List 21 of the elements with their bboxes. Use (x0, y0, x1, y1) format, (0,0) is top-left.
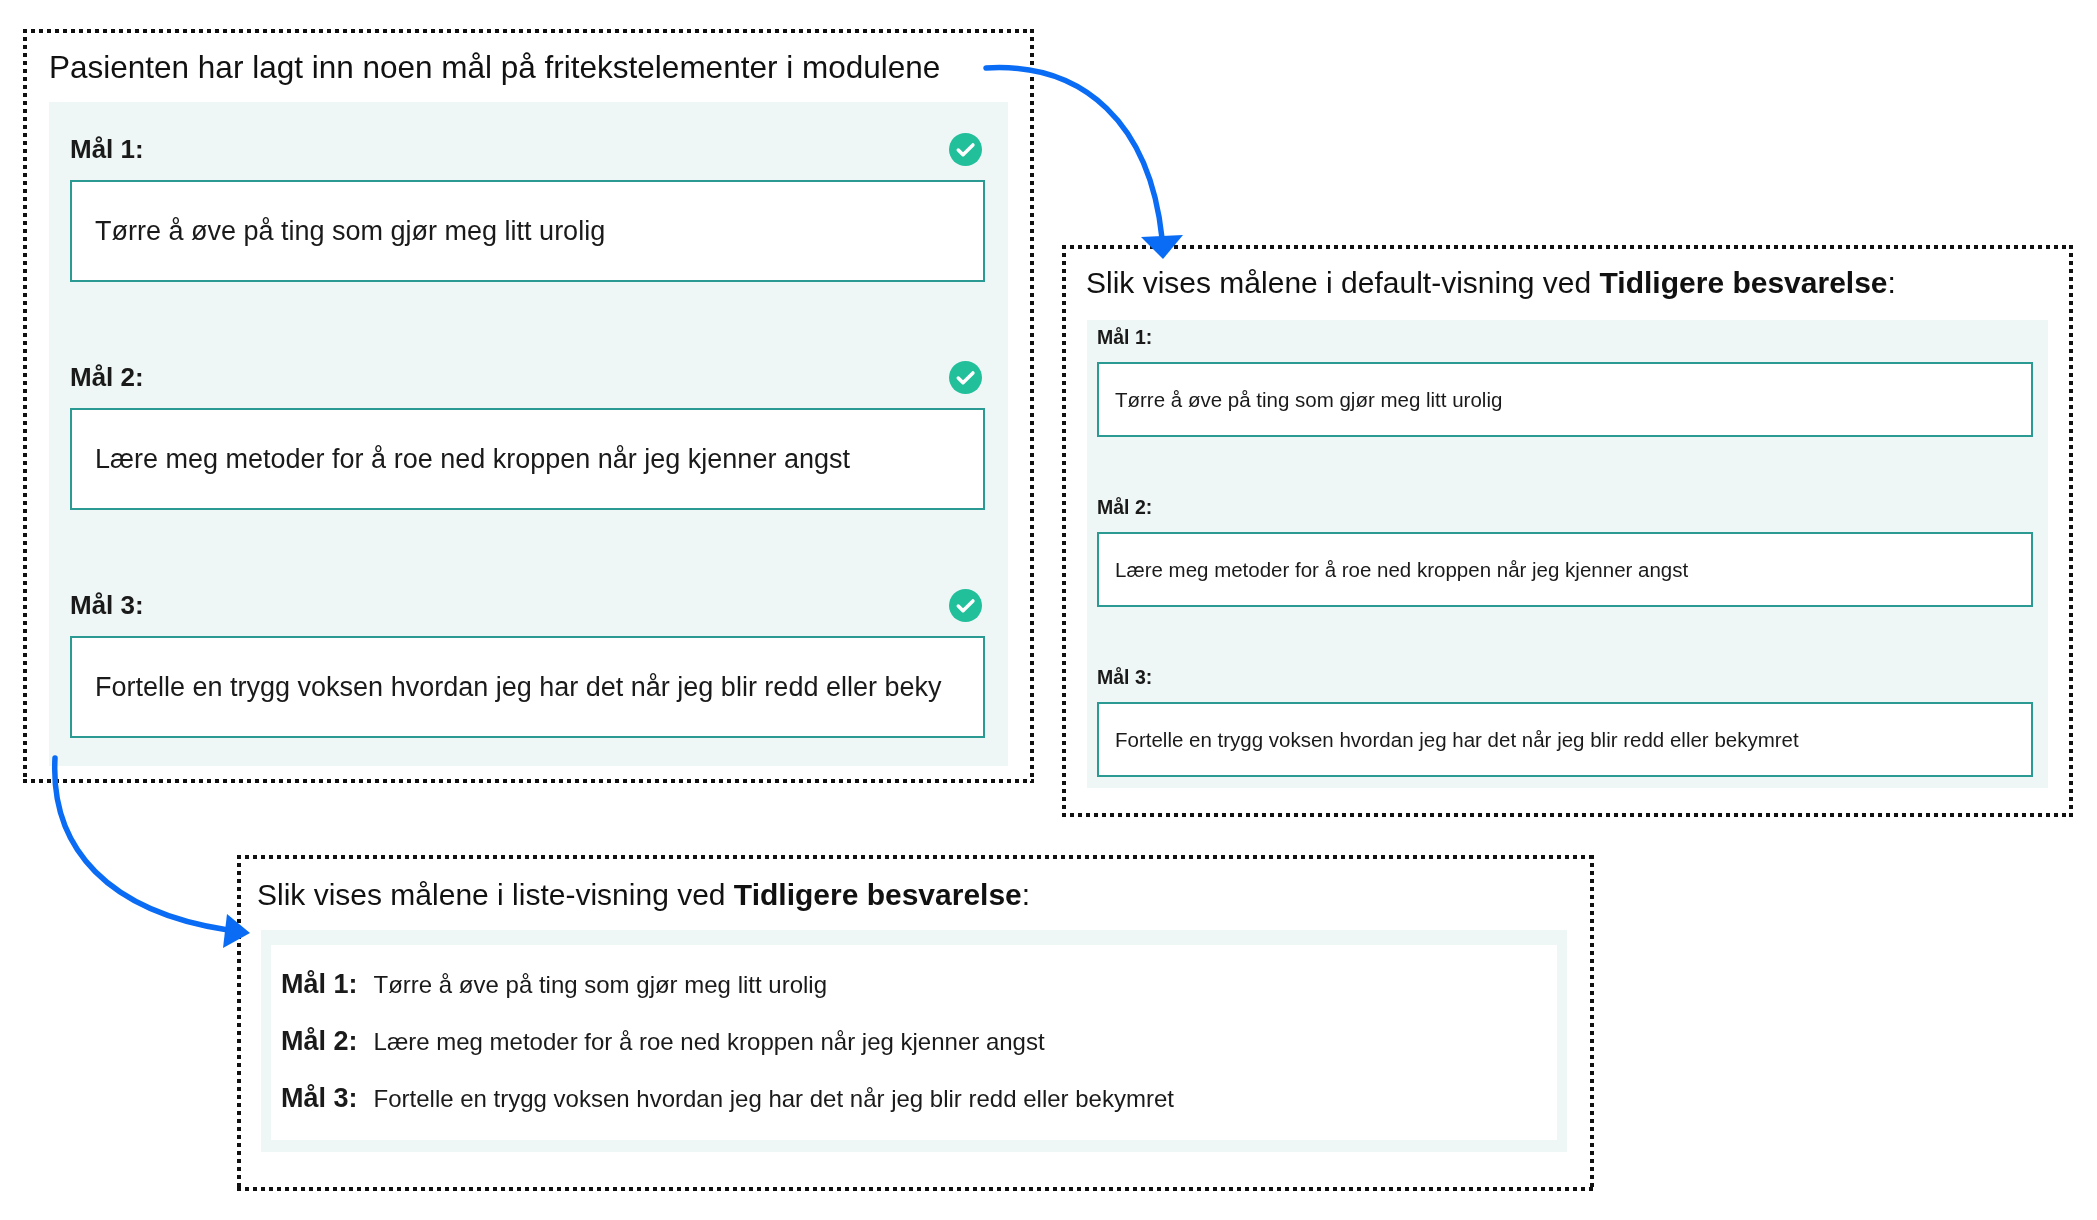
field-label: Mål 1: (1097, 325, 1153, 349)
goal-text: Tørre å øve på ting som gjør meg litt urolig (373, 970, 827, 1000)
caption-text: Pasienten har lagt inn noen mål på fritekstelementer i modulene (49, 48, 942, 86)
answer-field: Fortelle en trygg voksen hvordan jeg har det når jeg blir redd eller bekymret (1097, 702, 2033, 777)
goal-label: Mål 1: (281, 968, 358, 1001)
field-label: Mål 3: (70, 589, 144, 621)
text-field[interactable]: Tørre å øve på ting som gjør meg litt urolig (70, 180, 985, 282)
field-label: Mål 3: (1097, 665, 1153, 689)
caption-text: Slik vises målene i default-visning ved Tidligere besvarelse: (1086, 265, 1897, 301)
caption-text: Slik vises målene i liste-visning ved Tidligere besvarelse: (257, 877, 1032, 913)
goal-text: Lære meg metoder for å roe ned kroppen når jeg kjenner angst (373, 1027, 1045, 1057)
answer-field: Tørre å øve på ting som gjør meg litt urolig (1097, 362, 2033, 437)
goal-text: Fortelle en trygg voksen hvordan jeg har det når jeg blir redd eller bekymret (373, 1084, 1174, 1114)
answer-field: Lære meg metoder for å roe ned kroppen når jeg kjenner angst (1097, 532, 2033, 607)
text-field[interactable]: Fortelle en trygg voksen hvordan jeg har det når jeg blir redd eller beky (70, 636, 985, 738)
goal-label: Mål 2: (281, 1025, 358, 1058)
field-label: Mål 1: (70, 133, 144, 165)
text-field[interactable]: Lære meg metoder for å roe ned kroppen når jeg kjenner angst (70, 408, 985, 510)
field-label: Mål 2: (1097, 495, 1153, 519)
goal-label: Mål 3: (281, 1082, 358, 1115)
field-label: Mål 2: (70, 361, 144, 393)
